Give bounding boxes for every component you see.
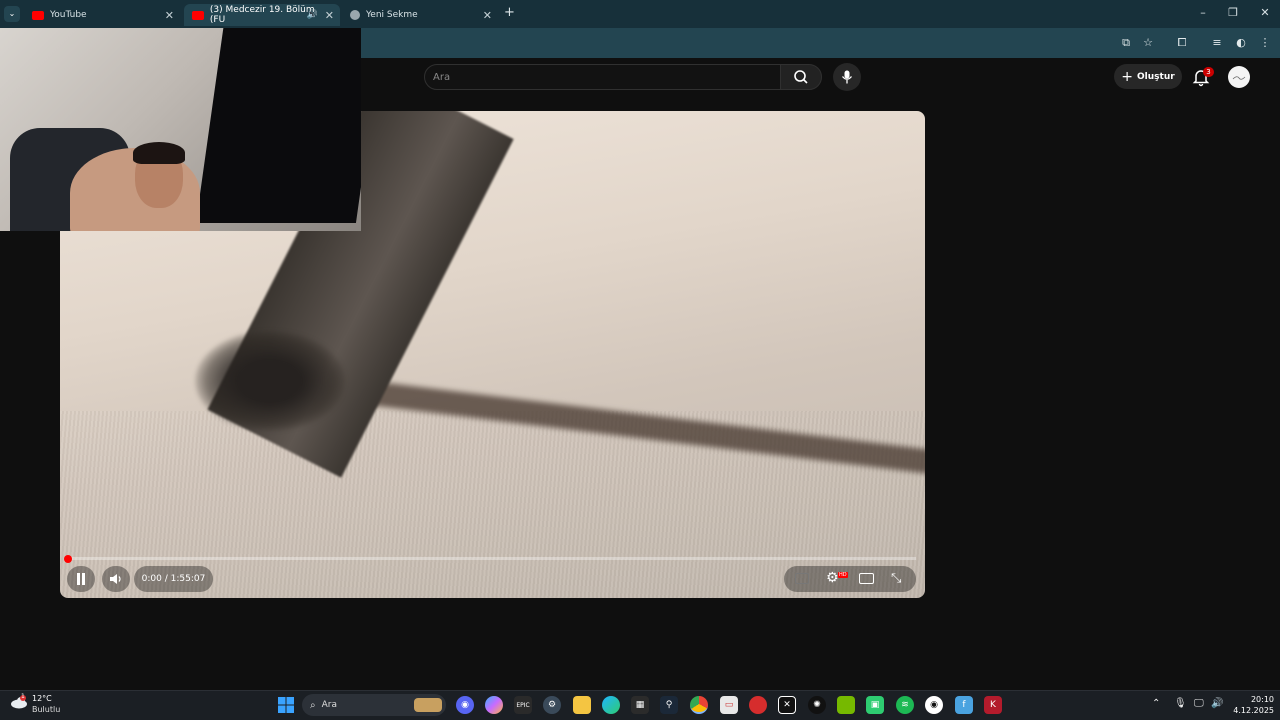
app-red-k-icon[interactable]: K	[984, 696, 1002, 714]
account-avatar[interactable]	[1228, 66, 1250, 88]
minimize-window-icon[interactable]: –	[1192, 6, 1214, 19]
profile-icon[interactable]: ◐	[1233, 36, 1249, 49]
plus-icon: +	[1121, 68, 1134, 85]
mute-button[interactable]	[102, 566, 130, 592]
weather-description: Bulutlu	[32, 705, 61, 714]
tab-new-tab[interactable]: Yeni Sekme ✕	[342, 4, 498, 26]
avatar-signature-icon	[1232, 76, 1246, 80]
microphone-tray-icon[interactable]: 🎙	[1174, 698, 1187, 709]
close-tab-icon[interactable]: ✕	[165, 9, 174, 22]
search-icon	[794, 70, 808, 84]
app-red-icon[interactable]	[749, 696, 767, 714]
video-progress-bar[interactable]	[68, 557, 916, 560]
clock-time[interactable]: 20:10	[1244, 695, 1274, 704]
volume-icon	[110, 574, 121, 584]
webcam-monitor	[195, 28, 361, 223]
copilot-icon[interactable]	[485, 696, 503, 714]
settings-gear-icon[interactable]: ⚙	[826, 570, 839, 586]
settings-icon[interactable]: ⚙	[543, 696, 561, 714]
obs-icon[interactable]: ◉	[925, 696, 943, 714]
chrome-icon[interactable]	[690, 696, 708, 714]
taskbar-search[interactable]: ⌕ Ara	[302, 694, 446, 716]
taskbar-search-label: Ara	[321, 700, 337, 710]
network-icon[interactable]: 🖵	[1194, 698, 1204, 709]
file-explorer-icon[interactable]	[573, 696, 591, 714]
voice-search-button[interactable]	[833, 63, 861, 91]
app-green-icon[interactable]: ▣	[866, 696, 884, 714]
new-tab-plus-icon[interactable]: +	[504, 5, 515, 20]
create-label: Oluştur	[1137, 71, 1175, 82]
tab-medcezir[interactable]: (3) Medcezir 19. Bölüm (FU 🔊 ✕	[184, 4, 340, 26]
page-scrollbar[interactable]	[1271, 58, 1280, 690]
discord-icon[interactable]: ◉	[456, 696, 474, 714]
epic-games-icon[interactable]: EPIC	[514, 696, 532, 714]
weather-cloud-icon[interactable]	[10, 694, 28, 709]
capcut-icon[interactable]: ✕	[778, 696, 796, 714]
search-input[interactable]	[433, 68, 773, 86]
search-highlight-icon	[414, 698, 442, 712]
speaker-icon[interactable]: 🔊	[1211, 698, 1223, 709]
microphone-icon	[841, 70, 853, 84]
create-button[interactable]: + Oluştur	[1114, 64, 1182, 89]
windows-start-icon[interactable]	[277, 696, 295, 714]
audio-playing-icon[interactable]: 🔊	[307, 10, 318, 20]
clock-date[interactable]: 4.12.2025	[1226, 706, 1274, 715]
weather-alert-badge: 1	[21, 693, 25, 700]
tab-youtube[interactable]: YouTube ✕	[24, 4, 180, 26]
extensions-puzzle-icon[interactable]: ⧠	[1174, 36, 1190, 50]
close-tab-icon[interactable]: ✕	[483, 9, 492, 22]
maximize-window-icon[interactable]: ❐	[1222, 6, 1244, 19]
theater-mode-icon[interactable]	[859, 573, 874, 584]
progress-scrubber-handle[interactable]	[64, 555, 72, 563]
chrome-globe-icon	[350, 10, 360, 20]
video-frame-smudge	[195, 331, 345, 431]
spotify-icon[interactable]: ≋	[896, 696, 914, 714]
tab-search-chevron-icon[interactable]: ⌄	[4, 6, 20, 22]
search-button[interactable]	[780, 64, 822, 90]
youtube-favicon-icon	[32, 10, 44, 20]
tab-title: Yeni Sekme	[366, 10, 418, 20]
tab-title: YouTube	[50, 10, 87, 20]
notification-count-badge: 3	[1203, 67, 1214, 77]
tray-overflow-chevron-icon[interactable]: ⌃	[1152, 698, 1160, 709]
media-control-icon[interactable]: ≡	[1209, 36, 1225, 49]
chrome-menu-icon[interactable]: ⋮	[1257, 36, 1273, 49]
app-icon[interactable]: ▭	[720, 696, 738, 714]
webcam-person-hair	[133, 142, 185, 164]
edge-icon[interactable]	[602, 696, 620, 714]
webcam-overlay	[0, 28, 361, 231]
nvidia-icon[interactable]	[837, 696, 855, 714]
app-blue-icon[interactable]: f	[955, 696, 973, 714]
play-pause-button[interactable]	[67, 566, 95, 592]
steam-icon[interactable]: ⚲	[660, 696, 678, 714]
close-window-icon[interactable]: ✕	[1254, 6, 1276, 19]
youtube-search-box	[424, 64, 782, 90]
weather-temperature: 12°C	[32, 694, 52, 703]
close-tab-icon[interactable]: ✕	[325, 9, 334, 22]
install-app-icon[interactable]: ⧉	[1118, 36, 1134, 50]
pause-icon	[77, 573, 85, 585]
chatgpt-icon[interactable]: ✺	[808, 696, 826, 714]
bookmark-star-icon[interactable]: ☆	[1140, 36, 1156, 49]
time-display: 0:00 / 1:55:07	[134, 566, 213, 592]
youtube-favicon-icon	[192, 10, 204, 20]
browser-tab-strip: ⌄ YouTube ✕ (3) Medcezir 19. Bölüm (FU 🔊…	[0, 0, 1280, 28]
fullscreen-exit-icon[interactable]: ⤡	[891, 571, 901, 586]
microsoft-store-icon[interactable]: ▦	[631, 696, 649, 714]
search-icon: ⌕	[310, 699, 316, 711]
hd-badge: HD	[838, 572, 848, 578]
subtitles-icon[interactable]	[795, 573, 809, 584]
